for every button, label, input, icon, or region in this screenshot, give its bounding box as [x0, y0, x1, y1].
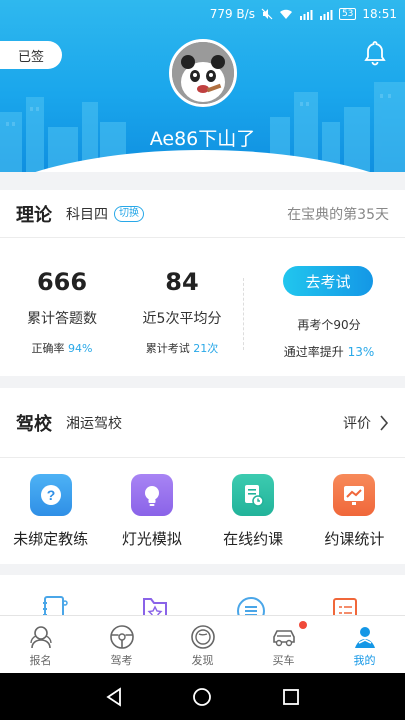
theory-header: 理论 科目四 切换 在宝典的第35天	[0, 190, 405, 238]
lightbulb-icon	[130, 474, 173, 516]
school-header[interactable]: 驾校 湘运驾校 评价	[0, 388, 405, 458]
avatar[interactable]	[169, 39, 237, 107]
username: Ae86下山了	[149, 128, 256, 150]
days-in-app: 在宝典的第35天	[287, 206, 389, 223]
school-tools-grid: ? 未绑定教练 灯光模拟 在线约课 约课统计	[0, 474, 405, 549]
exam-count-line: 累计考试 21次	[145, 342, 219, 355]
profile-icon	[354, 627, 375, 648]
average-score-stat[interactable]: 84 近5次平均分 累计考试 21次	[126, 268, 238, 356]
tab-buy-car[interactable]: 买车	[243, 616, 324, 673]
pass-rate-line: 通过率提升 13%	[283, 345, 375, 359]
mute-icon	[261, 8, 273, 20]
svg-text:?: ?	[46, 487, 55, 503]
average-score-value: 84	[165, 268, 199, 296]
signal-icon-2	[319, 9, 333, 20]
school-name: 湘运驾校	[66, 415, 122, 432]
bottom-tab-bar: 报名 驾考 发现 买车 我的	[0, 615, 405, 673]
unbound-coach-label: 未绑定教练	[13, 530, 89, 548]
booking-stats-label: 约课统计	[324, 530, 385, 548]
total-questions-stat[interactable]: 666 累计答题数 正确率 94%	[12, 268, 112, 356]
tab-buy-car-label: 买车	[272, 654, 295, 667]
review-link[interactable]: 评价	[343, 413, 389, 433]
switch-subject-button[interactable]: 切换	[114, 205, 144, 222]
pass-rate-value: 13%	[347, 345, 375, 359]
total-questions-value: 666	[36, 268, 88, 296]
battery-level: 53	[338, 8, 357, 20]
signed-in-badge[interactable]: 已签	[0, 41, 62, 69]
average-score-label: 近5次平均分	[142, 311, 222, 327]
screen: 779 B/s 53 18:51 已签 Ae86下山了 理论 科目四 切换 在宝…	[0, 0, 405, 720]
system-navigation-bar	[0, 673, 405, 720]
online-booking-item[interactable]: 在线约课	[203, 474, 304, 549]
tab-discover-label: 发现	[191, 654, 214, 667]
tab-profile[interactable]: 我的	[324, 616, 405, 673]
light-simulation-label: 灯光模拟	[121, 530, 182, 548]
online-booking-label: 在线约课	[223, 530, 284, 548]
total-questions-label: 累计答题数	[27, 311, 97, 327]
tab-driving-test-label: 驾考	[110, 654, 133, 667]
home-icon[interactable]	[192, 687, 212, 707]
unbound-coach-item[interactable]: ? 未绑定教练	[0, 474, 101, 549]
tab-discover[interactable]: 发现	[162, 616, 243, 673]
exam-count-value: 21次	[193, 342, 219, 355]
question-icon: ?	[29, 474, 72, 516]
subject-label: 科目四	[66, 206, 108, 223]
tab-signup-label: 报名	[29, 654, 52, 667]
accuracy-line: 正确率 94%	[31, 342, 93, 355]
driving-school-card: 驾校 湘运驾校 评价 ? 未绑定教练 灯光模拟 在线约课 约课统计	[0, 388, 405, 564]
tab-profile-label: 我的	[353, 654, 376, 667]
back-icon[interactable]	[105, 686, 123, 707]
school-title: 驾校	[16, 413, 52, 435]
booking-icon	[232, 474, 275, 516]
battery-icon: 53	[338, 8, 357, 20]
light-simulation-item[interactable]: 灯光模拟	[101, 474, 202, 549]
accuracy-value: 94%	[68, 342, 93, 355]
take-exam-button[interactable]: 去考试	[283, 266, 373, 296]
clock: 18:51	[362, 7, 397, 21]
review-label: 评价	[343, 415, 371, 432]
status-bar: 779 B/s 53 18:51	[0, 0, 405, 28]
panda-avatar-icon	[172, 42, 234, 104]
network-speed: 779 B/s	[209, 7, 255, 21]
booking-stats-item[interactable]: 约课统计	[304, 474, 405, 549]
discover-icon	[190, 625, 215, 649]
theory-title: 理论	[16, 204, 52, 226]
bell-icon[interactable]	[363, 40, 387, 66]
steering-wheel-icon	[109, 625, 134, 649]
signal-icon	[299, 9, 313, 20]
notification-dot	[299, 621, 307, 629]
recents-icon[interactable]	[282, 688, 300, 706]
chevron-right-icon	[380, 414, 389, 431]
tab-driving-test[interactable]: 驾考	[81, 616, 162, 673]
car-icon	[272, 630, 295, 647]
stat-divider	[243, 278, 244, 350]
tab-signup[interactable]: 报名	[0, 616, 81, 673]
wifi-icon	[279, 9, 293, 20]
retake-hint: 再考个90分	[297, 318, 361, 332]
signup-icon	[29, 626, 52, 649]
chart-icon	[333, 474, 376, 516]
